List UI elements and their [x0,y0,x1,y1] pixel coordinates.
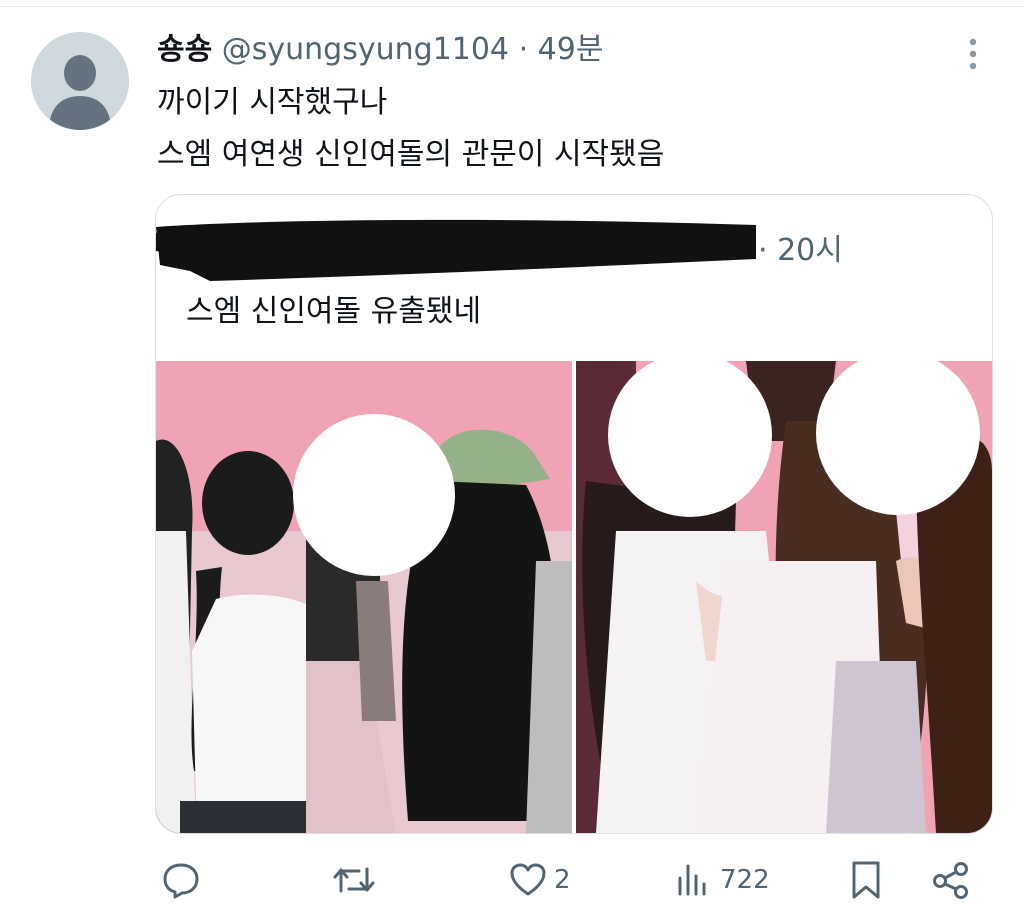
more-dots-icon [969,38,977,70]
quote-separator-dot: · [758,233,768,268]
like-button[interactable]: 2 [508,858,571,902]
views-count: 722 [720,865,770,895]
top-divider [0,6,1024,7]
tweet-actions-bar: 2 722 [0,850,1024,910]
quoted-tweet-card[interactable]: · 20시 스엠 신인여돌 유출됐네 [155,194,993,834]
share-nodes-icon [933,862,968,899]
speech-bubble-icon [163,863,199,899]
like-count: 2 [554,865,571,895]
share-button[interactable] [930,858,972,902]
repost-button[interactable] [331,858,377,902]
more-options-button[interactable] [958,34,988,74]
photo-right [576,361,992,833]
quoted-tweet-text: 스엠 신인여돌 유출됐네 [186,294,482,329]
repost-arrows-icon [333,867,375,893]
heart-outline-icon [510,863,546,896]
bookmark-button[interactable] [848,858,884,902]
avatar[interactable] [31,32,129,130]
quoted-tweet-time[interactable]: · 20시 [758,231,843,271]
default-avatar-icon [31,32,129,130]
photo-left [156,361,572,833]
bar-chart-icon [678,864,706,896]
quote-time-label: 20시 [777,233,843,268]
media-image-right[interactable] [576,361,992,833]
media-image-left[interactable] [156,361,572,833]
views-button[interactable]: 722 [674,858,770,902]
bookmark-outline-icon [852,861,880,899]
tweet-time[interactable]: 49분 [538,32,604,67]
tweet-text-line-2: 스엠 여연생 신인여돌의 관문이 시작됐음 [157,137,665,172]
tweet-text-line-1: 까이기 시작했구나 [157,85,388,120]
redaction-scribble [156,219,756,281]
tweet-header: 숑숑 @syungsyung1104 · 49분 [157,28,603,72]
user-handle[interactable]: @syungsyung1104 [222,32,509,67]
separator-dot: · [518,32,529,67]
reply-button[interactable] [160,858,202,902]
display-name[interactable]: 숑숑 [157,32,212,67]
